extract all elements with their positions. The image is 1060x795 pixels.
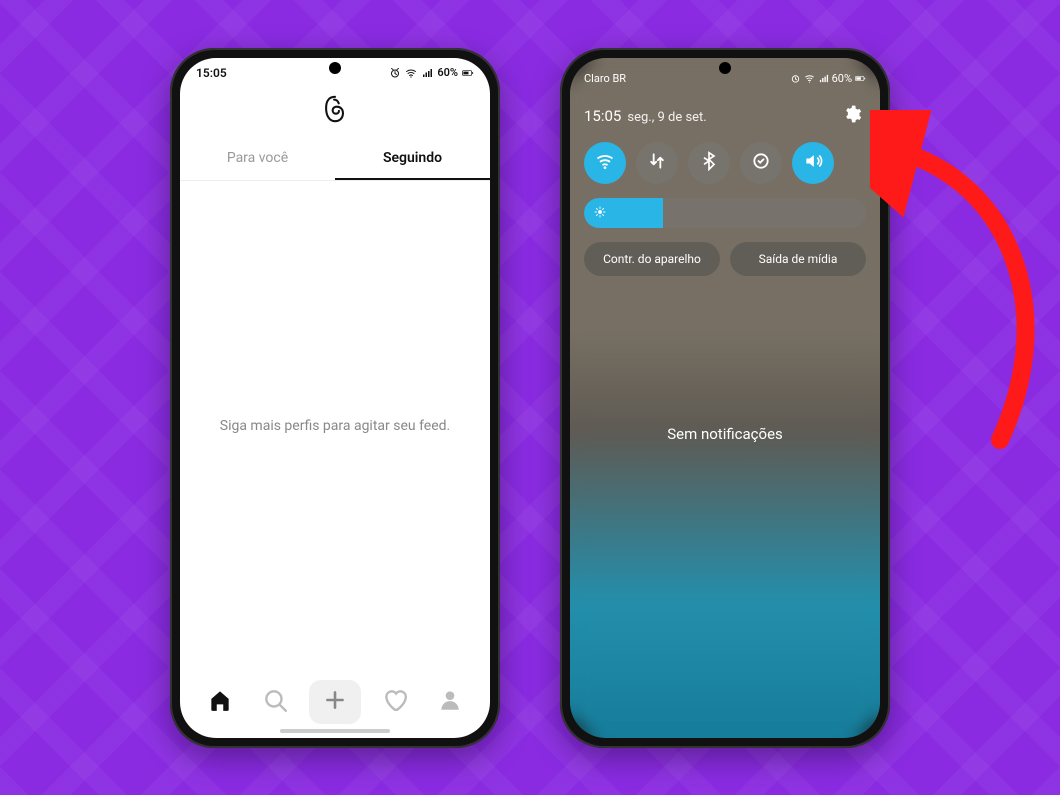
screen-threads: 15:05 60% Para você Seguindo S [180,58,490,738]
shade-chips: Contr. do aparelho Saída de mídia [584,242,866,276]
front-camera [719,62,731,74]
settings-button[interactable] [838,102,866,130]
battery-icon [855,73,866,84]
search-icon [262,687,288,717]
qs-data[interactable] [636,142,678,184]
plus-icon [322,687,348,717]
brightness-fill [584,198,663,228]
data-icon [647,151,667,175]
shade-date-row: 15:05 seg., 9 de set. [584,102,866,130]
feed-empty-state: Siga mais perfis para agitar seu feed. [180,181,490,672]
alarm-icon [389,67,401,79]
wifi-icon [595,151,615,175]
status-battery-text: 60% [832,72,852,85]
status-carrier: Claro BR [584,72,626,85]
phone-right: Claro BR 60% 15:05 seg., 9 de set. [560,48,890,748]
heart-icon [382,687,408,717]
nav-home[interactable] [198,680,242,724]
home-indicator[interactable] [280,729,390,733]
alarm-icon [790,73,801,84]
home-icon [207,687,233,717]
quick-settings-row [584,142,866,184]
bluetooth-icon [699,151,719,175]
status-battery-text: 60% [437,66,458,79]
nav-search[interactable] [253,680,297,724]
nav-activity[interactable] [373,680,417,724]
sun-icon [594,203,606,222]
screen-notification-shade: Claro BR 60% 15:05 seg., 9 de set. [570,58,880,738]
shade-date: seg., 9 de set. [627,110,706,125]
status-time: 15:05 [196,66,227,80]
nav-compose[interactable] [309,680,361,724]
qs-sync[interactable] [740,142,782,184]
nav-profile[interactable] [428,680,472,724]
battery-icon [462,67,474,79]
wifi-icon [405,67,417,79]
wifi-icon [804,73,815,84]
status-right: 60% [790,72,866,85]
phone-left: 15:05 60% Para você Seguindo S [170,48,500,748]
no-notifications-text: Sem notificações [570,425,880,443]
front-camera [329,62,341,74]
sound-icon [803,151,823,175]
chip-device-control[interactable]: Contr. do aparelho [584,242,720,276]
chip-media-output[interactable]: Saída de mídia [730,242,866,276]
tab-for-you[interactable]: Para você [180,138,335,180]
sync-icon [751,151,771,175]
gear-icon [842,104,862,128]
shade-time: 15:05 [584,107,621,125]
tab-following[interactable]: Seguindo [335,138,490,180]
signal-icon [818,73,829,84]
qs-bluetooth[interactable] [688,142,730,184]
profile-icon [437,687,463,717]
empty-message: Siga mais perfis para agitar seu feed. [220,418,450,434]
signal-icon [421,67,433,79]
status-right: 60% [389,66,474,79]
app-header [180,88,490,138]
shade-datetime: 15:05 seg., 9 de set. [584,107,707,125]
qs-wifi[interactable] [584,142,626,184]
feed-tabs: Para você Seguindo [180,138,490,181]
brightness-slider[interactable] [584,198,866,228]
threads-logo-icon [320,94,350,128]
qs-sound[interactable] [792,142,834,184]
